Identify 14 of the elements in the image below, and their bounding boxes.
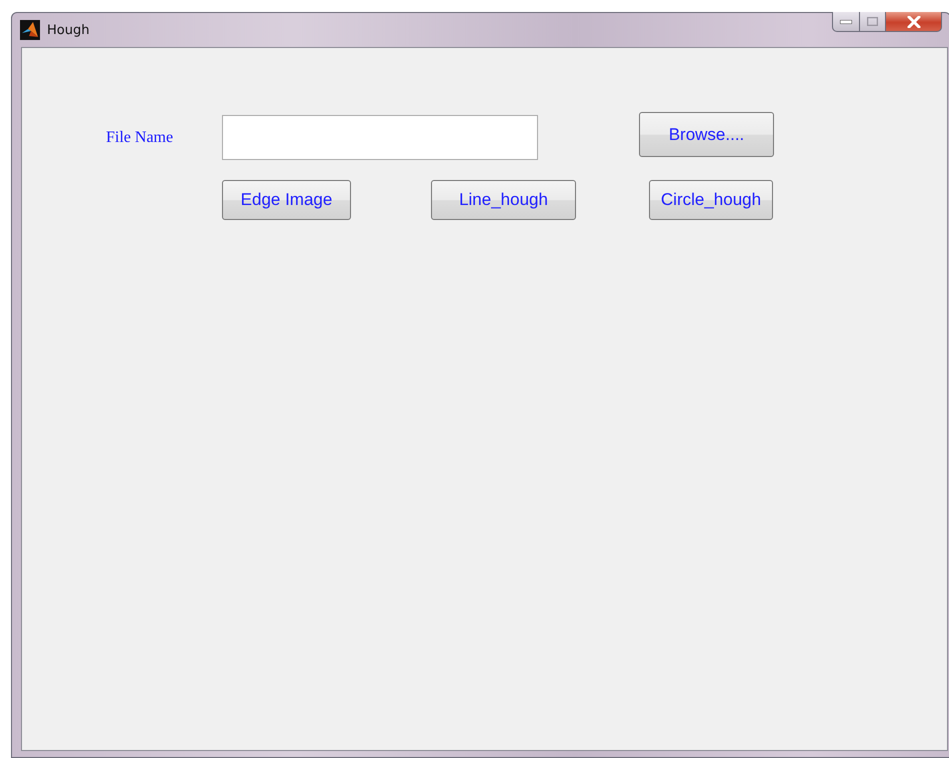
window-title: Hough	[47, 22, 90, 38]
file-name-label: File Name	[106, 128, 174, 146]
file-name-field[interactable]	[222, 115, 538, 160]
maximize-button[interactable]	[860, 12, 886, 32]
app-icon	[20, 20, 40, 40]
close-icon	[906, 16, 920, 28]
minimize-icon	[840, 20, 852, 24]
circle-hough-button[interactable]: Circle_hough	[649, 180, 773, 220]
line-hough-button[interactable]: Line_hough	[431, 180, 576, 220]
edge-image-button[interactable]: Edge Image	[222, 180, 351, 220]
minimize-button[interactable]	[832, 12, 860, 32]
maximize-icon	[867, 17, 878, 26]
close-button[interactable]	[886, 12, 942, 32]
browse-button[interactable]: Browse....	[639, 112, 774, 157]
